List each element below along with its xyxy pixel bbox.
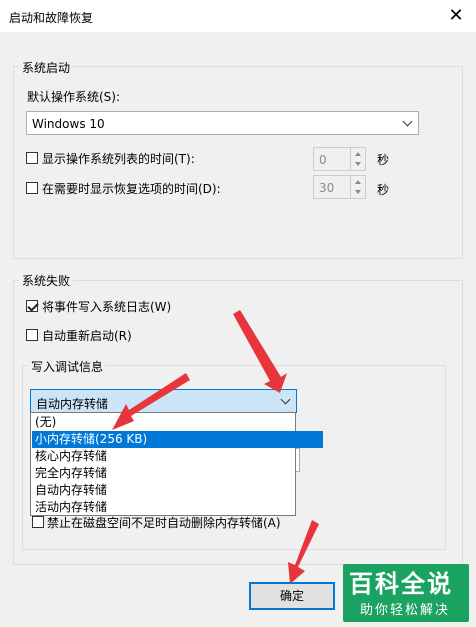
- watermark-main: 百科全说: [349, 570, 453, 598]
- arrow-icon: [288, 520, 319, 584]
- annotation-arrows: [112, 310, 319, 584]
- watermark-sub: 助你轻松解决: [360, 603, 451, 618]
- arrow-icon: [233, 310, 287, 393]
- arrow-icon: [112, 373, 190, 430]
